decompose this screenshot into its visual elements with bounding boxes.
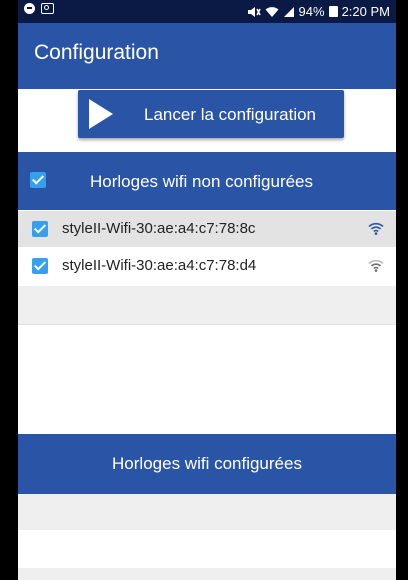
battery-icon — [328, 6, 338, 17]
notification-icon — [24, 3, 35, 14]
wifi-signal-medium-icon — [368, 259, 384, 272]
wifi-status-icon — [265, 6, 279, 17]
unconfigured-section-header: Horloges wifi non configurées — [18, 152, 396, 210]
status-bar-left — [24, 3, 54, 14]
empty-list-row — [18, 530, 396, 568]
configured-section-title: Horloges wifi configurées — [112, 454, 302, 473]
status-bar: 94% 2:20 PM — [18, 0, 396, 23]
launch-configuration-label: Lancer la configuration — [144, 105, 317, 124]
wifi-signal-strong-icon — [368, 222, 384, 235]
divider — [18, 324, 396, 325]
empty-list-row — [18, 568, 396, 580]
phone-screen: 94% 2:20 PM Configuration Lancer la conf… — [18, 0, 396, 580]
list-item-label: styleII-Wifi-30:ae:a4:c7:78:d4 — [62, 257, 257, 274]
battery-percentage: 94% — [298, 4, 325, 19]
launch-configuration-button[interactable]: Lancer la configuration — [78, 90, 344, 138]
camera-icon — [41, 3, 54, 14]
unconfigured-section-title: Horloges wifi non configurées — [90, 172, 314, 191]
list-item[interactable]: styleII-Wifi-30:ae:a4:c7:78:d4 — [18, 248, 396, 284]
item-checkbox[interactable] — [32, 221, 48, 237]
status-bar-right: 94% 2:20 PM — [247, 4, 390, 19]
empty-list-row — [18, 494, 396, 530]
clock: 2:20 PM — [341, 4, 390, 19]
list-item-label: styleII-Wifi-30:ae:a4:c7:78:8c — [62, 220, 256, 237]
item-checkbox[interactable] — [32, 258, 48, 274]
select-all-checkbox[interactable] — [30, 172, 46, 188]
page-title: Configuration — [34, 41, 159, 64]
configured-section-header: Horloges wifi configurées — [18, 434, 396, 494]
play-icon — [89, 99, 113, 129]
signal-icon — [283, 6, 294, 17]
mute-icon — [247, 6, 261, 17]
app-bar: Configuration — [18, 23, 396, 89]
empty-list-row — [18, 286, 396, 324]
list-item[interactable]: styleII-Wifi-30:ae:a4:c7:78:8c — [18, 211, 396, 247]
